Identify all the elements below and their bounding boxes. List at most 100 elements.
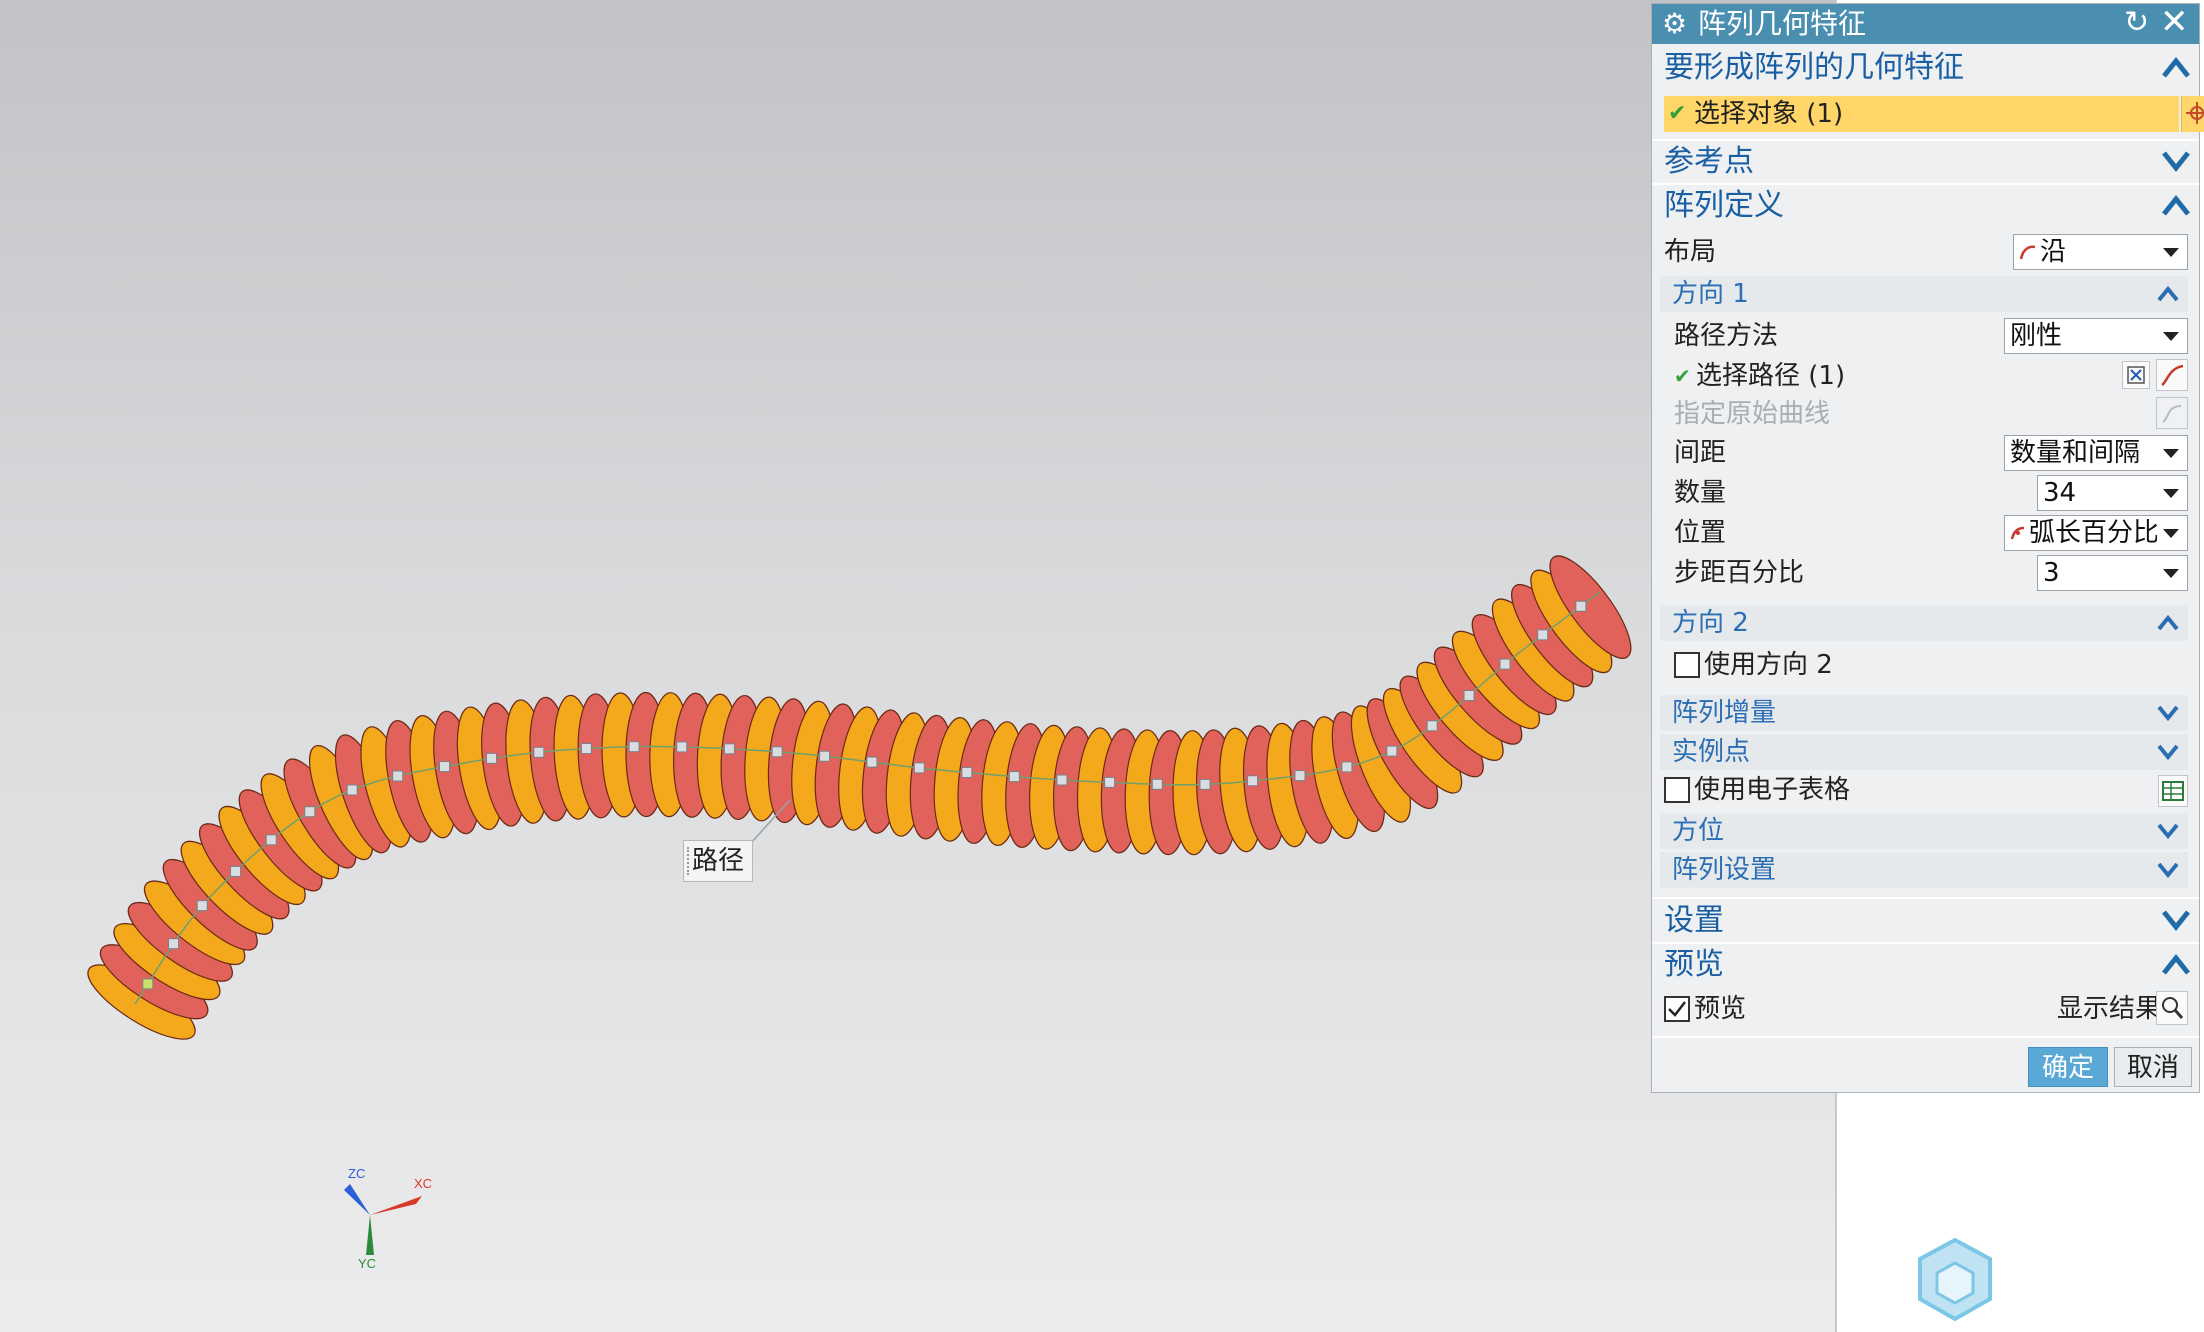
instance-point[interactable] bbox=[304, 806, 316, 818]
preview-checkbox[interactable] bbox=[1664, 996, 1690, 1022]
instance-point[interactable] bbox=[1499, 658, 1511, 670]
instance-point[interactable] bbox=[1294, 770, 1306, 782]
step-percent-label: 步距百分比 bbox=[1674, 558, 1805, 588]
instance-point[interactable] bbox=[961, 766, 973, 778]
chevron-up-icon[interactable] bbox=[2159, 190, 2193, 220]
instance-point[interactable] bbox=[1104, 776, 1116, 788]
path-method-dropdown[interactable]: 刚性 bbox=[2004, 318, 2188, 354]
instance-point[interactable] bbox=[1386, 745, 1398, 757]
chevron-down-icon[interactable] bbox=[2154, 740, 2182, 764]
chevron-up-icon[interactable] bbox=[2154, 611, 2182, 635]
checkmark-icon bbox=[1668, 1001, 1686, 1017]
crosshair-icon[interactable] bbox=[2181, 96, 2204, 132]
instance-point[interactable] bbox=[1537, 629, 1549, 641]
chevron-up-icon[interactable] bbox=[2159, 949, 2193, 979]
curve-icon[interactable] bbox=[2156, 359, 2188, 391]
instance-point[interactable] bbox=[533, 746, 545, 758]
select-path-label[interactable]: 选择路径 (1) bbox=[1696, 360, 1845, 392]
spreadsheet-icon[interactable] bbox=[2158, 775, 2188, 807]
subsection-pattern-increment[interactable]: 阵列增量 bbox=[1660, 695, 2188, 731]
subsection-pattern-settings[interactable]: 阵列设置 bbox=[1660, 852, 2188, 888]
instance-point[interactable] bbox=[580, 743, 592, 755]
spacing-label: 间距 bbox=[1674, 438, 1727, 468]
chevron-down-icon[interactable] bbox=[2159, 905, 2193, 935]
chevron-down-icon[interactable] bbox=[2154, 701, 2182, 725]
subsection-direction-1[interactable]: 方向 1 bbox=[1660, 276, 2188, 312]
instance-point[interactable] bbox=[913, 762, 925, 774]
check-icon: ✔ bbox=[1674, 364, 1691, 388]
chevron-up-icon[interactable] bbox=[2159, 52, 2193, 82]
instance-point[interactable] bbox=[771, 746, 783, 758]
instance-point[interactable] bbox=[628, 741, 640, 753]
specify-original-curve-label: 指定原始曲线 bbox=[1674, 399, 1831, 429]
instance-point[interactable] bbox=[439, 761, 451, 773]
direction-1-label: 方向 1 bbox=[1672, 279, 1749, 309]
show-result-button[interactable] bbox=[2156, 991, 2188, 1025]
chevron-down-icon[interactable] bbox=[2154, 858, 2182, 882]
dropdown-arrow-icon bbox=[2163, 489, 2179, 498]
instance-point[interactable] bbox=[676, 741, 688, 753]
pattern-model[interactable] bbox=[0, 0, 1835, 1332]
instance-point[interactable] bbox=[1463, 690, 1475, 702]
step-percent-value: 3 bbox=[2043, 558, 2060, 588]
reset-icon[interactable]: ↻ bbox=[2124, 7, 2149, 39]
subsection-direction-2[interactable]: 方向 2 bbox=[1660, 605, 2188, 641]
zc-axis bbox=[344, 1184, 370, 1215]
instance-point[interactable] bbox=[1199, 778, 1211, 790]
instance-point[interactable] bbox=[265, 834, 277, 846]
dropdown-arrow-icon bbox=[2163, 248, 2179, 257]
subsection-orientation[interactable]: 方位 bbox=[1660, 813, 2188, 849]
instance-point[interactable] bbox=[866, 756, 878, 768]
yc-label: YC bbox=[358, 1256, 376, 1270]
show-result-label: 显示结果 bbox=[2057, 994, 2162, 1024]
wcs-triad: ZC XC YC bbox=[344, 1166, 432, 1270]
chevron-up-icon[interactable] bbox=[2154, 282, 2182, 306]
instance-point[interactable] bbox=[1056, 774, 1068, 786]
divider bbox=[1652, 183, 2199, 185]
instance-point[interactable] bbox=[1575, 600, 1587, 612]
close-icon[interactable]: ✕ bbox=[2160, 5, 2189, 39]
instance-point[interactable] bbox=[1008, 771, 1020, 783]
use-direction-2-checkbox[interactable] bbox=[1674, 652, 1700, 678]
instance-point[interactable] bbox=[819, 750, 831, 762]
count-input[interactable]: 34 bbox=[2037, 475, 2188, 511]
spacing-dropdown[interactable]: 数量和间隔 bbox=[2004, 435, 2188, 471]
position-dropdown[interactable]: 弧长百分比 bbox=[2004, 515, 2188, 551]
instance-point[interactable] bbox=[1247, 775, 1259, 787]
cancel-button[interactable]: 取消 bbox=[2114, 1047, 2192, 1087]
subsection-instance-point[interactable]: 实例点 bbox=[1660, 734, 2188, 770]
instance-point[interactable] bbox=[1426, 720, 1438, 732]
section-geometry-to-pattern[interactable]: 要形成阵列的几何特征 bbox=[1652, 48, 2199, 88]
layout-dropdown[interactable]: 沿 bbox=[2013, 234, 2188, 270]
instance-point[interactable] bbox=[142, 978, 154, 990]
deselect-icon[interactable] bbox=[2122, 361, 2150, 389]
instance-point[interactable] bbox=[168, 938, 180, 950]
chevron-down-icon[interactable] bbox=[2159, 146, 2193, 176]
instance-point[interactable] bbox=[486, 752, 498, 764]
graphics-viewport[interactable]: 路径 ZC XC YC bbox=[0, 0, 1835, 1332]
instance-point[interactable] bbox=[1341, 761, 1353, 773]
along-icon bbox=[2019, 245, 2036, 260]
step-percent-input[interactable]: 3 bbox=[2037, 555, 2188, 591]
select-object-row[interactable]: ✔ 选择对象 (1) bbox=[1664, 96, 2179, 132]
chevron-down-icon[interactable] bbox=[2154, 819, 2182, 843]
section-pattern-definition[interactable]: 阵列定义 bbox=[1652, 186, 2199, 226]
section-settings[interactable]: 设置 bbox=[1652, 901, 2199, 941]
instance-point[interactable] bbox=[1151, 778, 1163, 790]
instance-point[interactable] bbox=[230, 865, 242, 877]
layout-label: 布局 bbox=[1664, 237, 1717, 267]
check-icon: ✔ bbox=[1668, 101, 1687, 126]
instance-point[interactable] bbox=[392, 770, 404, 782]
arc-percent-icon bbox=[2010, 526, 2025, 540]
use-spreadsheet-checkbox[interactable] bbox=[1664, 777, 1690, 803]
divider bbox=[1652, 139, 2199, 141]
pattern-settings-label: 阵列设置 bbox=[1672, 855, 1777, 885]
dialog-titlebar[interactable]: ⚙ 阵列几何特征 ↻ ✕ bbox=[1652, 4, 2199, 44]
dialog-title: 阵列几何特征 bbox=[1698, 7, 1867, 40]
section-reference-point[interactable]: 参考点 bbox=[1652, 142, 2199, 182]
instance-point[interactable] bbox=[346, 784, 358, 796]
section-preview[interactable]: 预览 bbox=[1652, 945, 2199, 985]
instance-point[interactable] bbox=[196, 900, 208, 912]
ok-button[interactable]: 确定 bbox=[2028, 1047, 2108, 1087]
instance-point[interactable] bbox=[723, 743, 735, 755]
